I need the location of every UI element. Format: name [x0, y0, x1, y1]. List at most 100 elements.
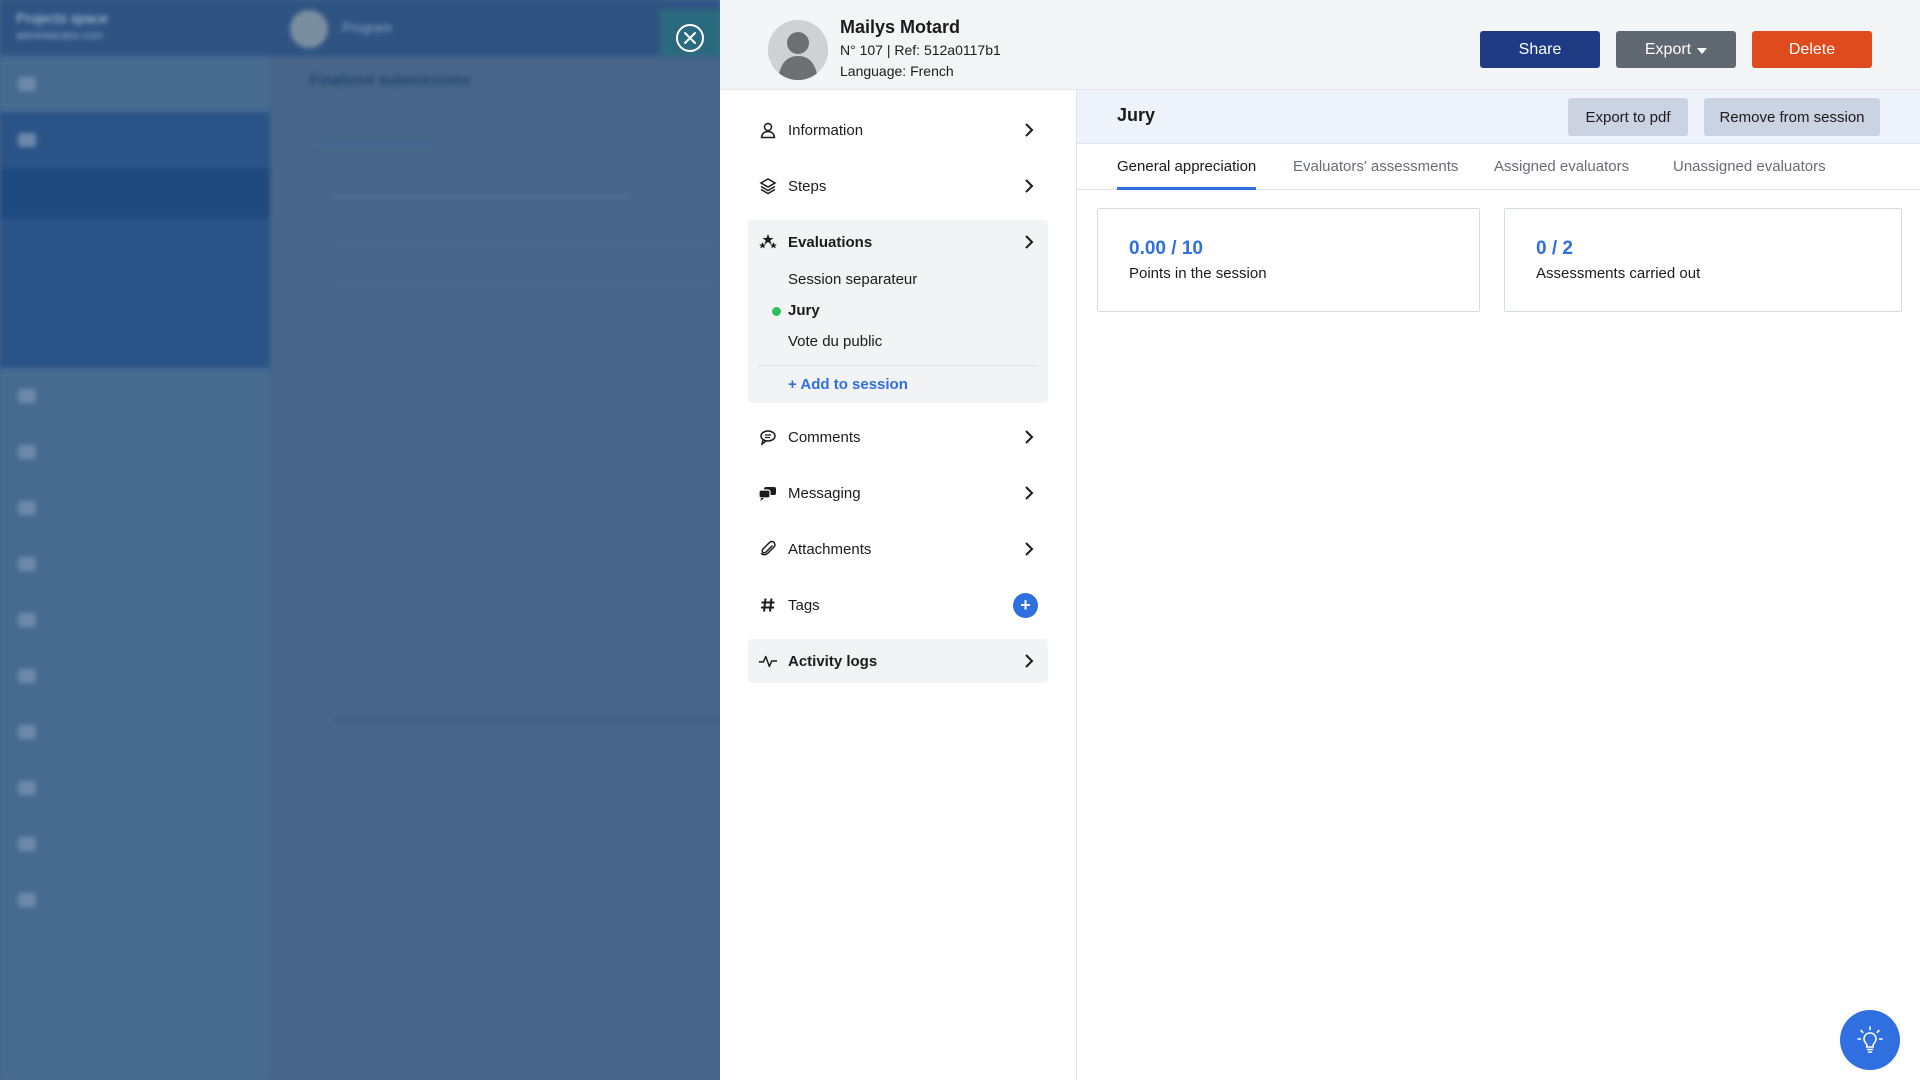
session-item-vote-du-public[interactable]: Vote du public	[748, 326, 1048, 357]
points-caption: Points in the session	[1129, 265, 1267, 282]
assessments-caption: Assessments carried out	[1536, 265, 1701, 282]
background-nav-item	[0, 648, 270, 704]
user-silhouette-icon	[768, 20, 828, 80]
points-value: 0.00 / 10	[1129, 238, 1203, 259]
share-button[interactable]: Share	[1480, 31, 1600, 68]
paperclip-icon	[758, 539, 778, 559]
background-brand-title: Projects space	[16, 10, 108, 26]
background-table-line	[332, 282, 720, 283]
background-nav-item	[0, 592, 270, 648]
background-topbar: Program	[270, 0, 720, 56]
add-tag-button[interactable]: +	[1013, 593, 1038, 618]
chevron-right-icon	[1025, 542, 1034, 556]
drawer-header: Mailys Motard N° 107 | Ref: 512a0117b1 L…	[720, 0, 1920, 90]
nav-label: Comments	[788, 428, 861, 446]
session-label: Vote du public	[788, 333, 883, 350]
background-divider	[332, 196, 632, 198]
lightbulb-glyph	[1857, 1026, 1883, 1053]
applicant-reference: N° 107 | Ref: 512a0117b1	[840, 42, 1001, 58]
background-nav-item	[0, 56, 270, 112]
active-status-dot	[772, 307, 781, 316]
session-title: Jury	[1117, 105, 1156, 125]
background-main-title: Finalized submissions	[310, 72, 471, 89]
nav-label: Attachments	[788, 540, 872, 558]
background-nav-subitem	[0, 318, 270, 368]
background-avatar	[290, 10, 328, 48]
background-brand-subtitle: administrator.com	[16, 30, 103, 42]
session-item-jury[interactable]: Jury	[748, 295, 1048, 326]
divider	[758, 365, 1038, 366]
background-scrollbar	[332, 718, 720, 722]
nav-label: Activity logs	[788, 652, 878, 670]
chevron-right-icon	[1025, 123, 1034, 137]
session-item-separateur[interactable]: Session separateur	[748, 264, 1048, 295]
delete-button-label: Delete	[1788, 40, 1836, 58]
stars-icon	[758, 232, 778, 252]
close-icon[interactable]	[676, 24, 704, 52]
layers-icon	[758, 176, 778, 196]
background-nav-subitem	[0, 268, 270, 318]
background-nav-subitem	[0, 168, 270, 218]
background-brand: Projects space administrator.com	[0, 0, 270, 56]
nav-item-steps[interactable]: Steps	[748, 164, 1048, 208]
add-to-session-link[interactable]: + Add to session	[748, 376, 1048, 393]
background-nav-item	[0, 424, 270, 480]
nav-label: Messaging	[788, 484, 861, 502]
nav-label: Steps	[788, 177, 827, 195]
session-tabs: General appreciation Evaluators' assessm…	[1077, 144, 1920, 190]
user-icon	[758, 120, 778, 140]
export-to-pdf-button[interactable]: Export to pdf	[1568, 98, 1688, 136]
session-panel-header: Jury Export to pdf Remove from session	[1077, 90, 1920, 144]
hashtag-icon	[758, 595, 778, 615]
tab-general-appreciation[interactable]: General appreciation	[1117, 158, 1257, 190]
chevron-right-icon	[1025, 654, 1034, 668]
share-button-label: Share	[1518, 40, 1562, 58]
background-sidebar: Projects space administrator.com	[0, 0, 270, 1080]
tab-evaluators-assessments[interactable]: Evaluators' assessments	[1293, 158, 1458, 187]
tab-unassigned-evaluators[interactable]: Unassigned evaluators	[1673, 158, 1826, 187]
background-nav-item	[0, 816, 270, 872]
chevron-right-icon	[1025, 235, 1034, 249]
background-nav-item	[0, 536, 270, 592]
session-label: Session separateur	[788, 271, 918, 288]
nav-item-attachments[interactable]: Attachments	[748, 527, 1048, 571]
background-nav-item	[0, 704, 270, 760]
nav-item-activity-logs[interactable]: Activity logs	[748, 639, 1048, 683]
nav-item-messaging[interactable]: Messaging	[748, 471, 1048, 515]
background-filter-chip	[314, 116, 434, 146]
assessments-value: 0 / 2	[1536, 238, 1573, 259]
activity-pulse-icon	[758, 651, 778, 671]
background-nav-item	[0, 760, 270, 816]
nav-item-information[interactable]: Information	[748, 108, 1048, 152]
background-table-line	[332, 242, 720, 243]
close-icon-glyph	[684, 32, 696, 44]
background-nav-item	[0, 112, 270, 168]
remove-from-session-button[interactable]: Remove from session	[1704, 98, 1880, 136]
chevron-right-icon	[1025, 486, 1034, 500]
background-active-group	[0, 112, 270, 368]
export-button-label: Export	[1644, 40, 1692, 58]
nav-item-tags[interactable]: Tags +	[748, 583, 1048, 627]
lightbulb-icon[interactable]	[1840, 1010, 1900, 1070]
delete-button[interactable]: Delete	[1752, 31, 1872, 68]
submission-drawer: Mailys Motard N° 107 | Ref: 512a0117b1 L…	[720, 0, 1920, 1080]
background-nav-subitem	[0, 218, 270, 268]
nav-item-comments[interactable]: Comments	[748, 415, 1048, 459]
points-card: 0.00 / 10 Points in the session	[1097, 208, 1480, 312]
applicant-name: Mailys Motard	[840, 17, 961, 37]
nav-item-evaluations[interactable]: Evaluations	[748, 220, 1048, 264]
export-button[interactable]: Export	[1616, 31, 1736, 68]
session-panel: Jury Export to pdf Remove from session G…	[1076, 90, 1920, 1080]
nav-label: Information	[788, 121, 864, 139]
background-top-label: Program	[342, 20, 392, 35]
tab-assigned-evaluators[interactable]: Assigned evaluators	[1494, 158, 1629, 187]
comment-icon	[758, 427, 778, 447]
nav-label: Evaluations	[788, 233, 873, 251]
background-nav-item	[0, 872, 270, 928]
avatar	[768, 20, 828, 80]
background-main: Finalized submissions	[270, 56, 720, 1080]
nav-label: Tags	[788, 596, 820, 614]
chevron-right-icon	[1025, 179, 1034, 193]
chevron-right-icon	[1025, 430, 1034, 444]
messaging-icon	[758, 483, 778, 503]
